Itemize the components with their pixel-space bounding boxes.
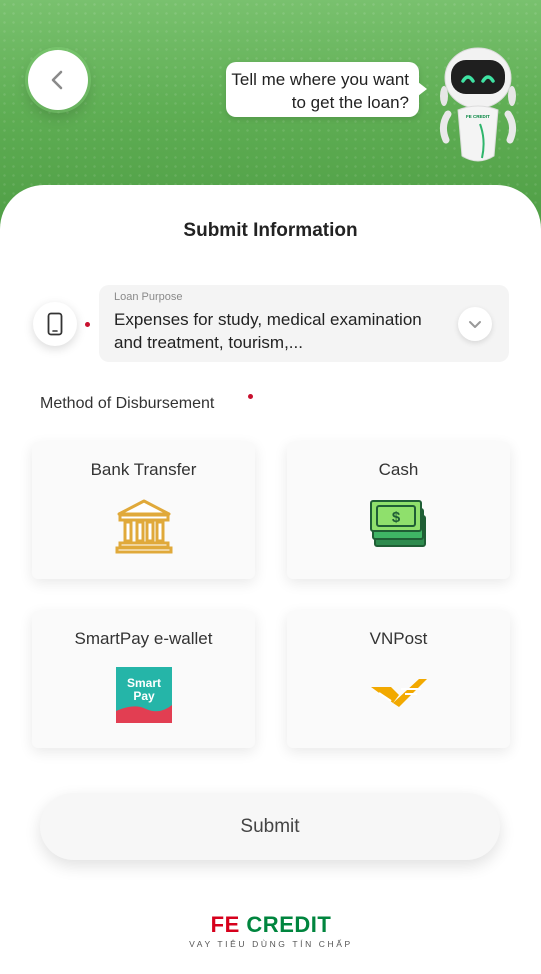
option-label: VNPost [369,629,428,648]
required-indicator [85,322,90,327]
loan-purpose-icon-badge [33,302,77,346]
loan-purpose-dropdown-button[interactable] [458,307,492,341]
svg-text:FE CREDIT: FE CREDIT [466,114,490,119]
option-cash[interactable]: Cash $ [287,442,510,579]
logo-fe-text: FE [210,912,240,937]
phone-icon [47,312,63,336]
svg-text:Pay: Pay [133,689,155,703]
page-title: Submit Information [183,220,358,241]
required-indicator [248,394,253,399]
logo-credit-text: CREDIT [246,912,332,937]
robot-assistant-icon: FE CREDIT [439,47,517,162]
option-bank-transfer[interactable]: Bank Transfer [32,442,255,579]
chevron-down-icon [469,321,481,328]
option-vnpost[interactable]: VNPost [287,611,510,748]
option-smartpay-ewallet[interactable]: SmartPay e-wallet Smart Pay [32,611,255,748]
assistant-speech-bubble: Tell me where you want to get the loan? [226,62,427,117]
option-label: Cash [378,460,419,479]
cash-icon: $ [369,500,426,547]
option-label: SmartPay e-wallet [74,629,213,648]
fe-credit-logo: FE CREDIT VAY TIÊU DÙNG TÍN CHẤP [189,912,353,950]
bank-icon [115,499,172,554]
smartpay-logo-icon: Smart Pay [115,667,172,723]
back-button[interactable] [28,50,88,110]
loan-purpose-label: Loan Purpose [114,291,183,303]
svg-text:$: $ [391,509,400,526]
submit-button[interactable]: Submit [40,793,500,860]
svg-text:Smart: Smart [126,676,160,690]
loan-purpose-select[interactable]: Loan Purpose Expenses for study, medical… [99,285,509,362]
disbursement-method-label: Method of Disbursement [40,395,215,412]
logo-tagline: VAY TIÊU DÙNG TÍN CHẤP [189,939,353,949]
vnpost-logo-icon [370,679,427,707]
loan-purpose-value: Expenses for study, medical examination … [114,310,422,352]
chevron-left-icon [51,70,63,90]
option-label: Bank Transfer [90,460,197,479]
assistant-message: Tell me where you want to get the loan? [231,70,409,112]
